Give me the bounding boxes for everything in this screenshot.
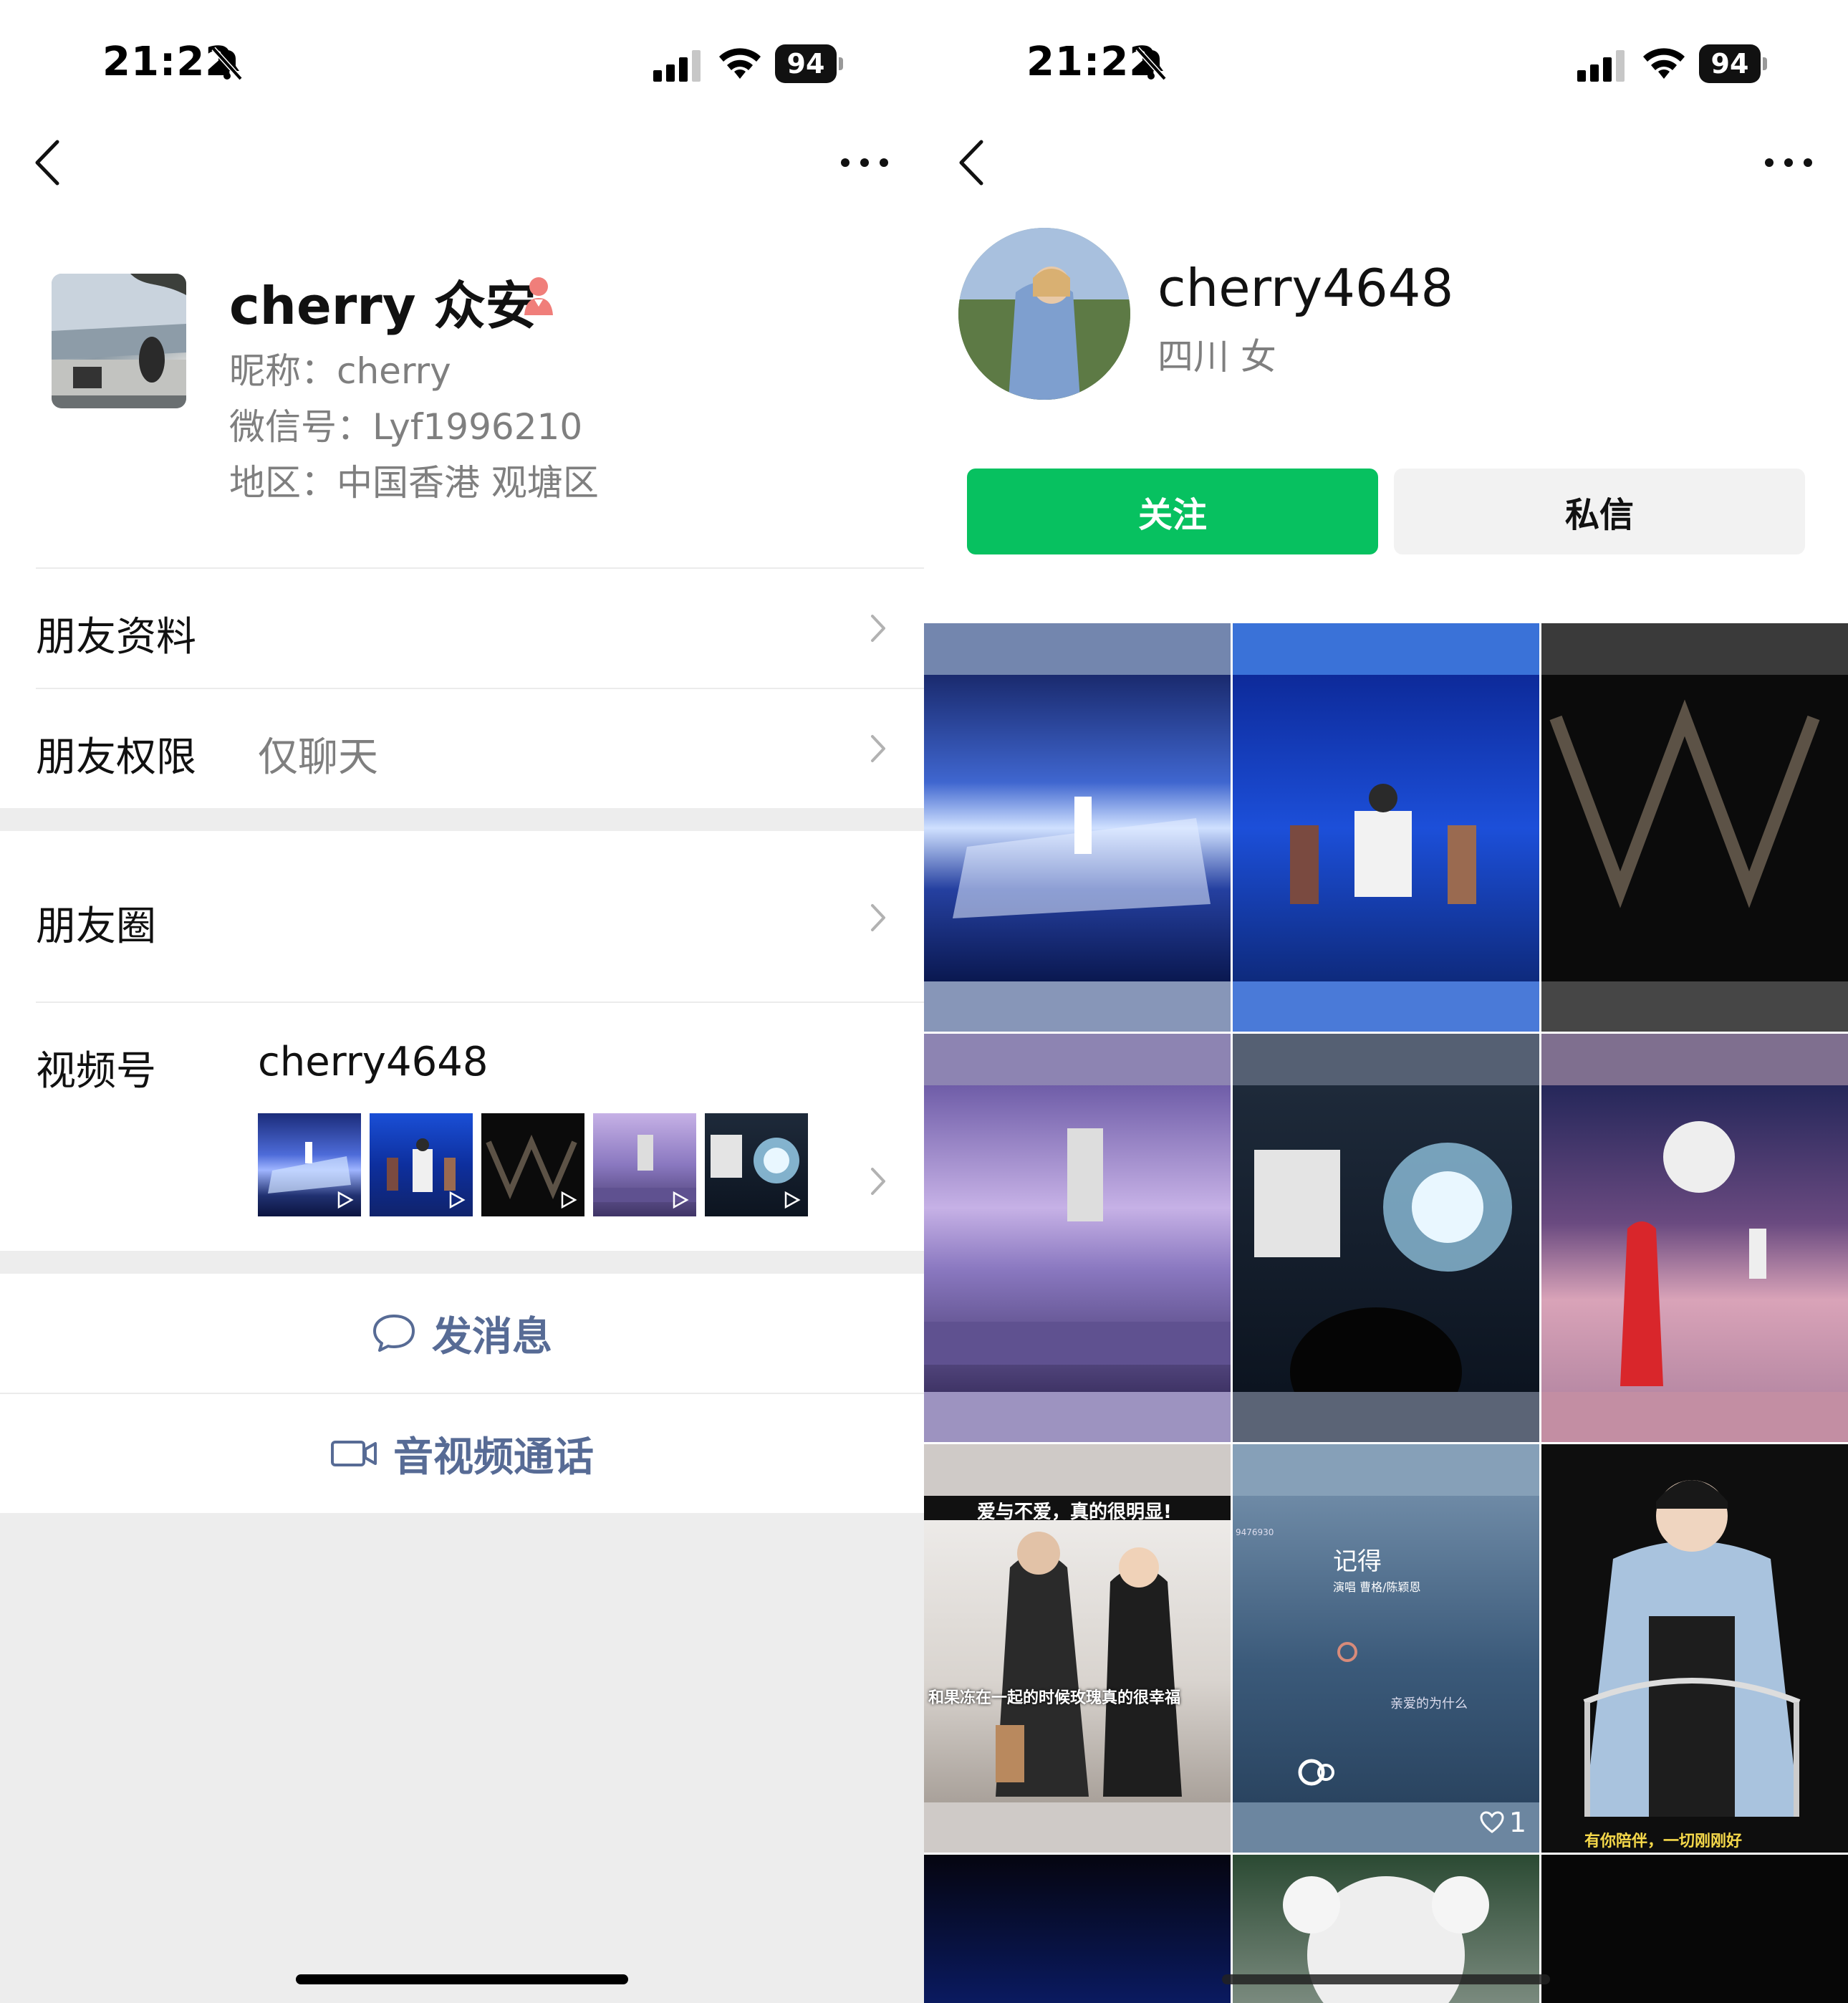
- friend-permissions-row[interactable]: 朋友权限 仅聊天: [0, 689, 924, 808]
- moments-label: 朋友圈: [36, 903, 156, 950]
- empty-background: [0, 1513, 924, 2003]
- song-title: 记得: [1333, 1547, 1382, 1576]
- battery-level: 94: [1699, 44, 1761, 83]
- cellular-signal-icon: [653, 50, 701, 82]
- video-tile[interactable]: [924, 623, 1231, 1032]
- song-lyric: 亲爱的为什么: [1390, 1696, 1468, 1711]
- channels-video-thumbnail[interactable]: [370, 1113, 473, 1216]
- video-caption-top: 爱与不爱，真的很明显!: [977, 1502, 1172, 1523]
- follow-button[interactable]: 关注: [967, 469, 1378, 554]
- video-tile[interactable]: 记得 演唱 曹格/陈颖恩 亲爱的为什么 9476930 1: [1233, 1444, 1539, 1853]
- battery-icon: 94: [1699, 44, 1768, 83]
- more-options-icon[interactable]: [839, 152, 890, 173]
- more-options-icon[interactable]: [1763, 152, 1814, 173]
- wechat-contact-profile-screen: 21:22 94 cherry 众安 昵称：cherry 微信号：Lyf1996…: [0, 0, 924, 2003]
- channels-account-name: cherry4648: [258, 1039, 489, 1085]
- send-message-button[interactable]: 发消息: [0, 1274, 924, 1393]
- home-indicator[interactable]: [1222, 1974, 1550, 1984]
- battery-icon: 94: [775, 44, 844, 83]
- play-icon: [561, 1191, 577, 1209]
- status-bar: 21:22 94: [924, 36, 1848, 93]
- private-message-button[interactable]: 私信: [1394, 469, 1805, 554]
- wifi-icon: [719, 48, 761, 79]
- chevron-right-icon: [871, 904, 885, 931]
- wifi-icon: [1643, 48, 1685, 79]
- channels-video-thumbnail[interactable]: [258, 1113, 361, 1216]
- send-message-label: 发消息: [432, 1313, 552, 1360]
- nickname-text: 昵称：cherry: [229, 350, 451, 392]
- battery-level: 94: [775, 44, 837, 83]
- like-number: 1: [1508, 1807, 1526, 1838]
- moments-row[interactable]: 朋友圈: [0, 831, 924, 1001]
- video-tile[interactable]: [924, 1855, 1231, 2003]
- friend-permissions-value: 仅聊天: [258, 734, 378, 781]
- cellular-signal-icon: [1577, 50, 1625, 82]
- back-chevron-icon[interactable]: [29, 136, 72, 189]
- channels-video-thumbnail[interactable]: [705, 1113, 808, 1216]
- channel-name: cherry4648: [1158, 258, 1454, 318]
- friend-info-label: 朋友资料: [36, 614, 196, 661]
- chevron-right-icon: [871, 1168, 885, 1195]
- video-caption-overlay: 和果冻在一起的时候玫瑰真的很幸福: [928, 1689, 1181, 1707]
- play-icon: [784, 1191, 801, 1209]
- heart-icon: [1480, 1811, 1504, 1833]
- channels-profile-screen: 21:22 94 cherry4648 四川 女 关注 私信 爱与不爱，真的很明…: [924, 0, 1848, 2003]
- video-tile[interactable]: [924, 1034, 1231, 1442]
- video-tile[interactable]: [1541, 1855, 1848, 2003]
- video-tile[interactable]: [1541, 623, 1848, 1032]
- wechat-id-text: 微信号：Lyf1996210: [229, 406, 583, 448]
- back-chevron-icon[interactable]: [953, 136, 996, 189]
- silent-bell-icon: [1135, 47, 1167, 81]
- chevron-right-icon: [871, 735, 885, 762]
- channels-video-thumbnail[interactable]: [593, 1113, 696, 1216]
- video-caption-bottom: 有你陪伴，一切刚刚好: [1584, 1833, 1743, 1850]
- av-call-label: 音视频通话: [393, 1433, 594, 1481]
- video-camera-icon: [331, 1441, 377, 1466]
- friend-permissions-label: 朋友权限: [36, 734, 196, 781]
- chat-bubble-icon: [373, 1315, 415, 1352]
- video-tile[interactable]: 爱与不爱，真的很明显! 和果冻在一起的时候玫瑰真的很幸福: [924, 1444, 1231, 1853]
- status-bar: 21:22 94: [0, 36, 924, 93]
- silent-bell-icon: [211, 47, 243, 81]
- region-text: 地区：中国香港 观塘区: [229, 462, 599, 504]
- avatar[interactable]: [52, 274, 186, 408]
- channel-location-gender: 四川 女: [1158, 336, 1276, 378]
- channels-video-thumbnail[interactable]: [481, 1113, 584, 1216]
- display-name: cherry 众安: [229, 276, 537, 336]
- channels-label: 视频号: [36, 1048, 156, 1095]
- play-icon: [337, 1191, 354, 1209]
- video-tile[interactable]: [1541, 1034, 1848, 1442]
- video-tile[interactable]: [1233, 1034, 1539, 1442]
- song-credit: 演唱 曹格/陈颖恩: [1333, 1580, 1421, 1594]
- video-tile[interactable]: [1233, 623, 1539, 1032]
- chevron-right-icon: [871, 615, 885, 642]
- play-icon: [449, 1191, 466, 1209]
- audio-video-call-button[interactable]: 音视频通话: [0, 1394, 924, 1513]
- section-gap: [0, 1251, 924, 1274]
- video-tile[interactable]: 有你陪伴，一切刚刚好: [1541, 1444, 1848, 1853]
- like-count: 1: [1479, 1807, 1526, 1838]
- play-icon: [673, 1191, 689, 1209]
- section-gap: [0, 808, 924, 831]
- friend-info-row[interactable]: 朋友资料: [0, 569, 924, 688]
- female-gender-icon: [524, 277, 553, 315]
- avatar[interactable]: [958, 228, 1130, 400]
- home-indicator[interactable]: [296, 1974, 628, 1984]
- song-id: 9476930: [1236, 1527, 1274, 1537]
